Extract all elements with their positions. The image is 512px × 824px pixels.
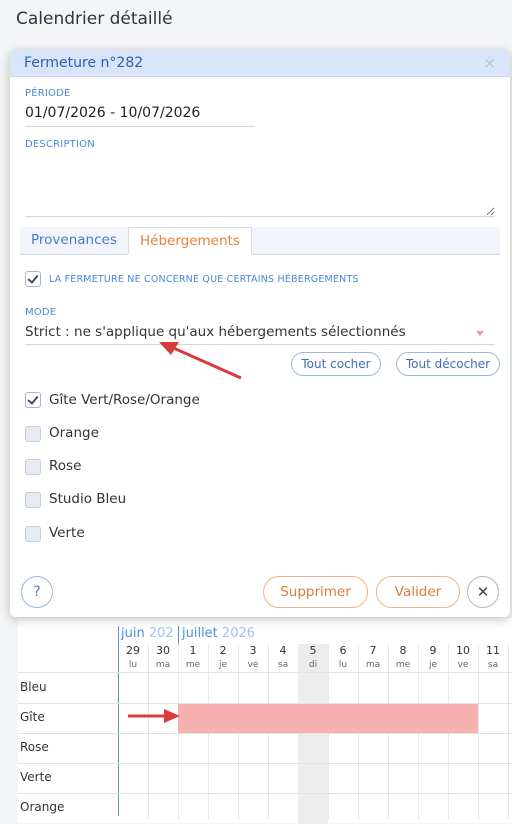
day-name: ve [457, 660, 469, 670]
closure-bar[interactable] [178, 704, 478, 733]
day-number: 30 [156, 644, 170, 657]
month-header-july: juillet 2026 [182, 626, 255, 641]
day-number: 11 [486, 644, 500, 657]
description-field[interactable] [25, 157, 495, 217]
calendar-day-header: 2 je [208, 644, 238, 672]
cancel-button[interactable]: ✕ [467, 576, 499, 608]
calendar-day-header: 30 ma [148, 644, 178, 672]
calendar-day-header: 9 je [418, 644, 448, 672]
month-year: 2026 [221, 626, 256, 641]
partial-closure-label: LA FERMETURE NE CONCERNE QUE CERTAINS HÉ… [49, 274, 359, 285]
day-number: 7 [369, 644, 377, 657]
month-header-june: juin 202 [121, 626, 174, 641]
day-name: me [185, 660, 201, 670]
accommodation-checkbox[interactable] [25, 426, 41, 442]
accommodation-checkbox[interactable] [25, 492, 41, 508]
row-divider [18, 672, 512, 673]
calendar-day-header: 11 sa [478, 644, 508, 672]
day-name: je [218, 660, 228, 670]
month-year: 202 [148, 626, 174, 641]
accommodation-label: Gîte Vert/Rose/Orange [49, 392, 200, 408]
delete-button[interactable]: Supprimer [263, 576, 368, 608]
calendar-day-header: 5 di [298, 644, 328, 824]
mode-underline [25, 344, 495, 345]
resource-label-verte: Verte [20, 770, 52, 784]
row-divider [18, 763, 512, 764]
uncheck-all-button[interactable]: Tout décocher [396, 352, 500, 376]
annotation-arrow-icon [159, 342, 242, 380]
calendar-grid: juin 202 juillet 2026 29 lu 30 ma 1 me 2 je 3 ve 4… [18, 618, 512, 824]
day-number: 2 [219, 644, 227, 657]
calendar-day-header: 7 ma [358, 644, 388, 672]
day-name: sa [487, 660, 499, 670]
chevron-down-icon[interactable] [476, 331, 484, 336]
calendar-day-header: 1 me [178, 644, 208, 672]
day-number: 4 [279, 644, 287, 657]
mode-label: MODE [25, 307, 57, 318]
tab-hebergements[interactable]: Hébergements [128, 227, 252, 255]
day-name: di [308, 660, 318, 670]
day-number: 10 [456, 644, 470, 657]
accommodation-label: Orange [49, 425, 99, 441]
partial-closure-checkbox[interactable] [25, 271, 41, 287]
day-number: 9 [429, 644, 437, 657]
month-name: juin [121, 626, 145, 641]
annotation-arrow-icon [128, 709, 180, 723]
resource-label-gite: Gîte [20, 710, 45, 724]
help-button[interactable]: ? [21, 576, 53, 608]
resource-label-orange: Orange [20, 800, 65, 814]
closure-dialog: Fermeture n°282 × PÉRIODE 01/07/2026 - 1… [10, 50, 510, 617]
page-title: Calendrier détaillé [16, 9, 173, 29]
row-divider [18, 733, 512, 734]
calendar-day-header: 8 me [388, 644, 418, 672]
day-number: 8 [399, 644, 407, 657]
day-name: lu [128, 660, 138, 670]
day-number: 3 [249, 644, 257, 657]
calendar-day-header: 10 ve [448, 644, 478, 672]
description-label: DESCRIPTION [25, 139, 95, 150]
day-name: je [428, 660, 438, 670]
calendar-day-header: 3 ve [238, 644, 268, 672]
check-all-button[interactable]: Tout cocher [291, 352, 381, 376]
day-number: 6 [339, 644, 347, 657]
resource-label-rose: Rose [20, 740, 49, 754]
accommodation-label: Rose [49, 458, 82, 474]
day-name: sa [277, 660, 289, 670]
day-name: lu [338, 660, 348, 670]
day-number: 29 [126, 644, 140, 657]
month-name: juillet [182, 626, 218, 641]
accommodation-label: Verte [49, 525, 85, 541]
period-underline [25, 126, 255, 127]
dialog-header: Fermeture n°282 × [10, 50, 510, 77]
period-label: PÉRIODE [25, 88, 71, 99]
validate-button[interactable]: Valider [376, 576, 460, 608]
period-field[interactable]: 01/07/2026 - 10/07/2026 [25, 105, 200, 121]
day-number: 5 [309, 644, 317, 657]
resource-label-bleu: Bleu [20, 680, 47, 694]
day-number: 1 [189, 644, 197, 657]
calendar-day-header: 4 sa [268, 644, 298, 672]
accommodation-label: Studio Bleu [49, 491, 127, 507]
tab-provenances[interactable]: Provenances [20, 227, 128, 255]
calendar-day-header: 6 lu [328, 644, 358, 672]
day-name: ma [155, 660, 171, 670]
calendar-day-header: 29 lu [118, 644, 148, 672]
dialog-title: Fermeture n°282 [24, 55, 144, 71]
dialog-tabs: Provenances Hébergements [20, 227, 500, 255]
accommodation-checkbox[interactable] [25, 459, 41, 475]
row-divider [18, 793, 512, 794]
accommodation-checkbox[interactable] [25, 526, 41, 542]
day-name: ma [365, 660, 381, 670]
day-name: ve [247, 660, 259, 670]
close-icon[interactable]: × [483, 54, 496, 72]
accommodation-checkbox[interactable] [25, 392, 41, 408]
day-name: me [395, 660, 411, 670]
